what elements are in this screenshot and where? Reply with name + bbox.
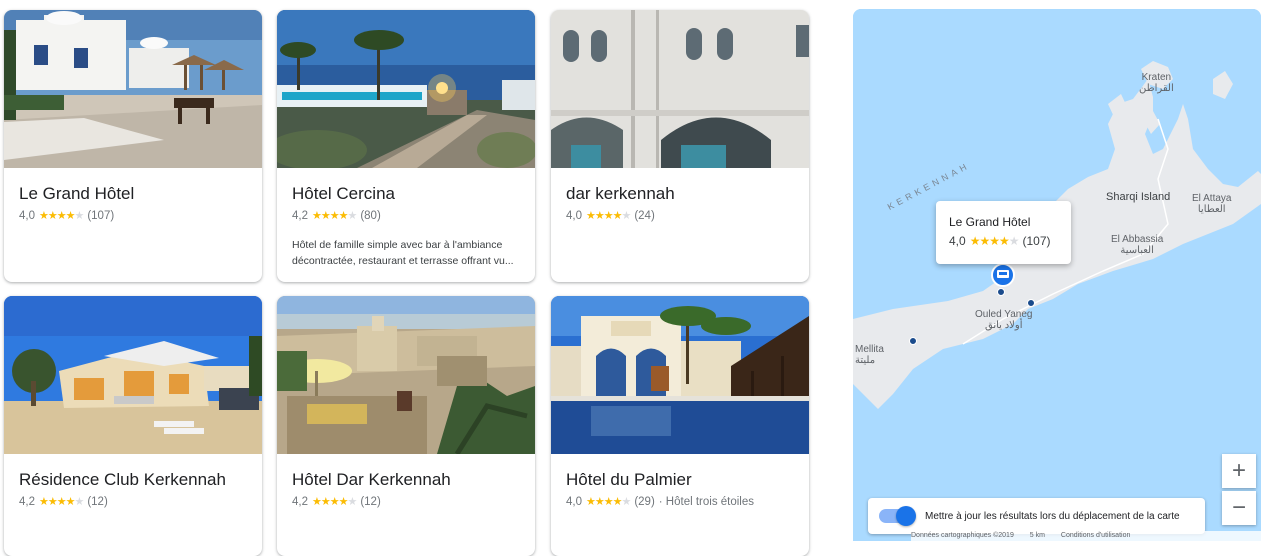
- hotel-rating: 4,2 ★★★★★ (12): [292, 495, 381, 509]
- zoom-out-button[interactable]: −: [1222, 491, 1256, 525]
- map-info-popup[interactable]: Le Grand Hôtel 4,0 ★★★★★ (107): [936, 201, 1071, 264]
- update-results-toggle[interactable]: [879, 506, 916, 526]
- hotel-photo[interactable]: [4, 296, 262, 454]
- terms-link[interactable]: Conditions d'utilisation: [1061, 532, 1130, 539]
- map-update-control[interactable]: Mettre à jour les résultats lors du dépl…: [868, 498, 1205, 534]
- popup-hotel-name[interactable]: Le Grand Hôtel: [949, 215, 1030, 229]
- hotel-name[interactable]: Le Grand Hôtel: [19, 184, 134, 204]
- review-count: (12): [87, 495, 108, 508]
- star-rating-icon: ★★★★★: [969, 234, 1020, 248]
- review-count: (24): [634, 209, 655, 222]
- star-rating-icon: ★★★★★: [586, 496, 631, 508]
- map-canvas[interactable]: [853, 9, 1261, 541]
- hotel-name[interactable]: Résidence Club Kerkennah: [19, 470, 226, 490]
- hotel-name[interactable]: dar kerkennah: [566, 184, 675, 204]
- hotel-rating: 4,0 ★★★★★ (107): [19, 209, 115, 223]
- hotel-photo[interactable]: [4, 10, 262, 168]
- hotel-class: · Hôtel trois étoiles: [658, 495, 755, 508]
- map-scale: 5 km: [1029, 532, 1045, 539]
- map-place-kraten: Kraten القراطن: [1139, 72, 1174, 94]
- hotel-name[interactable]: Hôtel Cercina: [292, 184, 395, 204]
- map-place-ouled-yaneg: Ouled Yaneg أولاد يانق: [975, 309, 1033, 331]
- hotel-name[interactable]: Hôtel Dar Kerkennah: [292, 470, 451, 490]
- zoom-in-button[interactable]: +: [1222, 454, 1256, 488]
- update-results-label: Mettre à jour les résultats lors du dépl…: [925, 510, 1180, 522]
- hotel-card[interactable]: Hôtel Cercina 4,2 ★★★★★ (80) Hôtel de fa…: [277, 10, 535, 282]
- star-rating-icon: ★★★★★: [312, 496, 357, 508]
- popup-rating: 4,0 ★★★★★ (107): [949, 234, 1051, 248]
- hotel-card[interactable]: dar kerkennah 4,0 ★★★★★ (24): [551, 10, 809, 282]
- hotel-rating: 4,2 ★★★★★ (12): [19, 495, 108, 509]
- hotel-photo[interactable]: [277, 296, 535, 454]
- map-attribution: Données cartographiques ©2019 5 km Condi…: [911, 531, 1261, 541]
- toggle-knob: [896, 506, 916, 526]
- hotel-card[interactable]: Hôtel du Palmier 4,0 ★★★★★ (29) · Hôtel …: [551, 296, 809, 556]
- map-place-el-abbassia: El Abbassia العباسية: [1111, 234, 1164, 256]
- hotel-rating: 4,0 ★★★★★ (24): [566, 209, 655, 223]
- review-count: (80): [360, 209, 381, 222]
- hotel-rating: 4,2 ★★★★★ (80): [292, 209, 381, 223]
- hotel-photo[interactable]: [551, 10, 809, 168]
- review-count: (107): [87, 209, 115, 222]
- hotel-rating: 4,0 ★★★★★ (29) · Hôtel trois étoiles: [566, 495, 755, 509]
- rating-value: 4,2: [292, 495, 308, 508]
- star-rating-icon: ★★★★★: [39, 210, 84, 222]
- rating-value: 4,0: [566, 209, 582, 222]
- rating-value: 4,0: [566, 495, 582, 508]
- review-count: (29): [634, 495, 655, 508]
- star-rating-icon: ★★★★★: [586, 210, 631, 222]
- hotel-photo[interactable]: [551, 296, 809, 454]
- rating-value: 4,2: [19, 495, 35, 508]
- star-rating-icon: ★★★★★: [39, 496, 84, 508]
- map-place-el-attaya: El Attaya العطايا: [1192, 193, 1232, 215]
- rating-value: 4,2: [292, 209, 308, 222]
- star-rating-icon: ★★★★★: [312, 210, 357, 222]
- map-place-mellita: Mellita مليتة: [855, 344, 884, 366]
- review-count: (12): [360, 495, 381, 508]
- hotel-card[interactable]: Le Grand Hôtel 4,0 ★★★★★ (107): [4, 10, 262, 282]
- rating-value: 4,0: [19, 209, 35, 222]
- hotel-card[interactable]: Résidence Club Kerkennah 4,2 ★★★★★ (12): [4, 296, 262, 556]
- hotel-card[interactable]: Hôtel Dar Kerkennah 4,2 ★★★★★ (12): [277, 296, 535, 556]
- hotel-description: Hôtel de famille simple avec bar à l'amb…: [292, 239, 514, 267]
- hotel-photo[interactable]: [277, 10, 535, 168]
- map-place-sharqi-island: Sharqi Island: [1106, 191, 1171, 203]
- map[interactable]: KERKENNAH Kraten القراطن Sharqi Island E…: [853, 9, 1261, 541]
- hotel-name[interactable]: Hôtel du Palmier: [566, 470, 692, 490]
